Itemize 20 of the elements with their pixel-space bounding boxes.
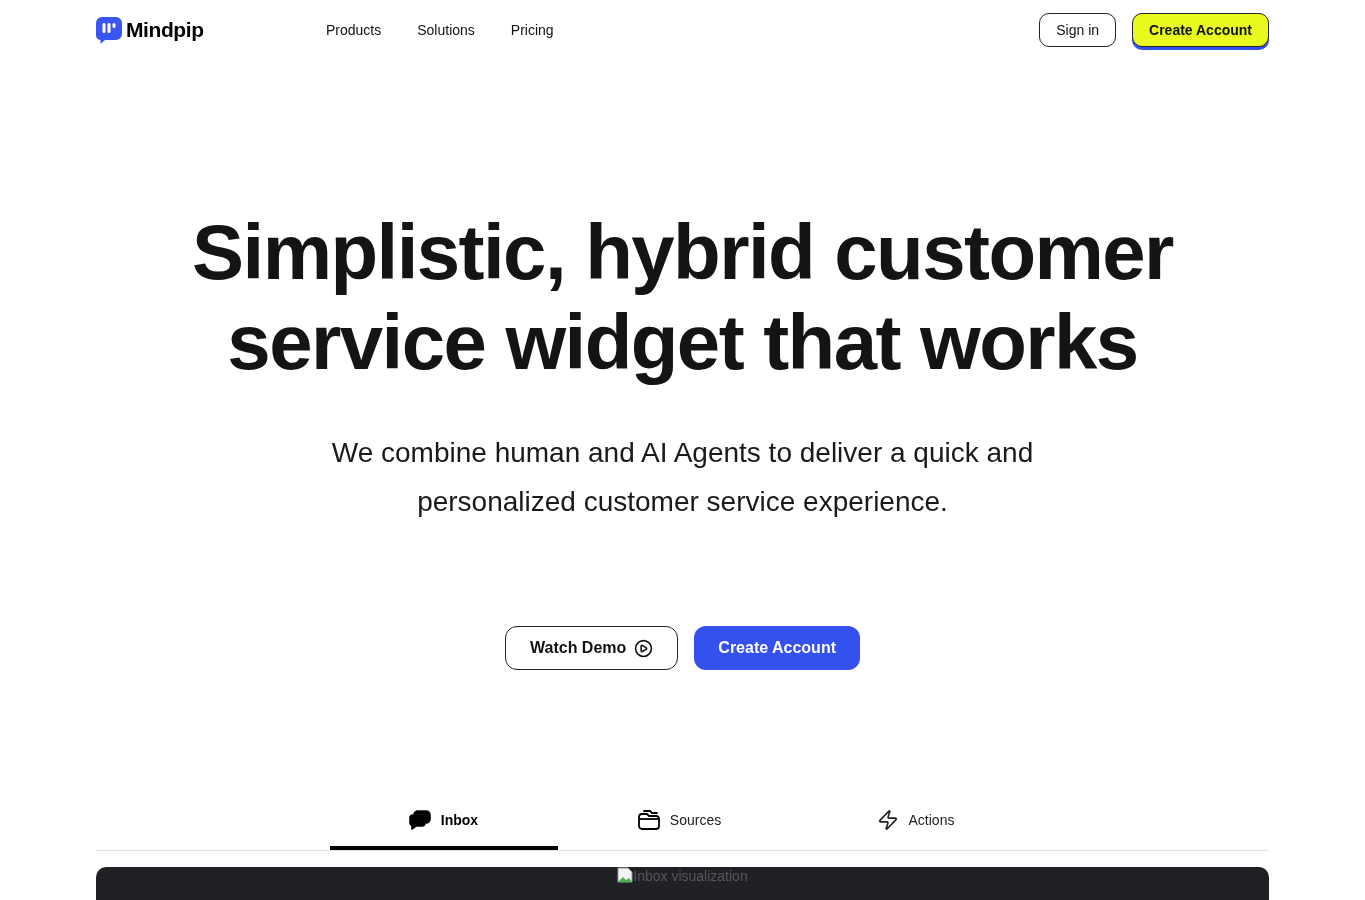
tab[interactable]: Actions — [801, 794, 1030, 850]
create-account-button[interactable]: Create Account — [694, 626, 860, 670]
tab[interactable]: Sources — [565, 794, 794, 850]
image-alt-text: Inbox visualization — [633, 867, 748, 885]
logo-icon — [96, 16, 122, 44]
folder-icon — [637, 810, 660, 830]
play-icon — [634, 638, 654, 658]
chat-bubbles-icon — [408, 810, 431, 830]
tab[interactable]: Inbox — [329, 794, 558, 850]
nav-link[interactable]: Solutions — [417, 19, 475, 41]
lightning-icon — [876, 809, 899, 831]
create-account-button[interactable]: Create Account — [1132, 13, 1269, 47]
hero-subtitle: We combine human and AI Agents to deliver a quick and personalized customer service experience. — [330, 436, 1035, 519]
broken-image-icon — [617, 867, 634, 883]
watch-demo-button[interactable]: Watch Demo — [505, 626, 679, 670]
logo-text: Mindpip — [126, 17, 204, 44]
sign-in-button[interactable]: Sign in — [1039, 13, 1117, 47]
nav-link[interactable]: Pricing — [510, 19, 554, 41]
nav-link[interactable]: Products — [326, 19, 382, 41]
hero-heading: Simplistic, hybrid customer service widget that works — [191, 207, 1175, 387]
